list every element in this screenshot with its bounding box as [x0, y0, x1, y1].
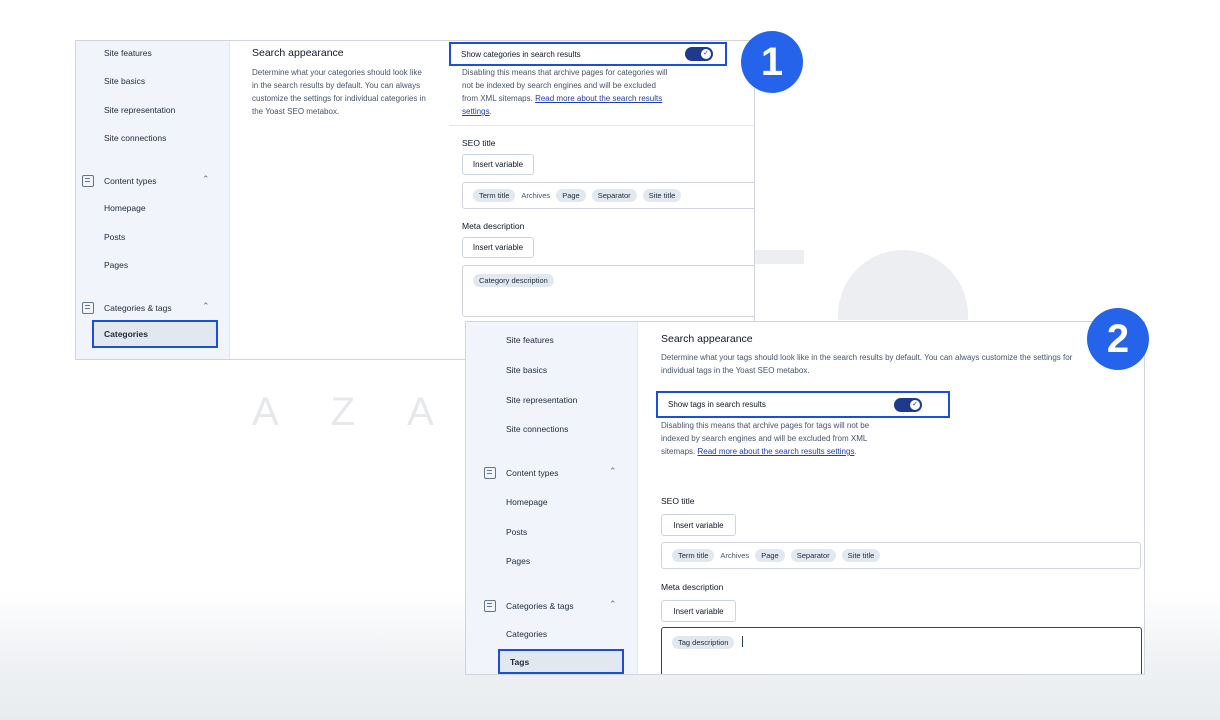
- meta-description-label: Meta description: [661, 582, 724, 592]
- sidebar-item-homepage[interactable]: Homepage: [104, 203, 146, 213]
- sidebar-group-content-types[interactable]: Content types: [484, 467, 558, 479]
- sidebar-item-tags[interactable]: Tags: [498, 649, 624, 674]
- show-tags-toggle-row[interactable]: Show tags in search results ✓: [656, 391, 950, 418]
- sidebar-item-posts[interactable]: Posts: [104, 232, 125, 242]
- sidebar-item-site-connections[interactable]: Site connections: [104, 133, 166, 143]
- search-results-settings-link[interactable]: Read more about the search results setti…: [697, 447, 854, 456]
- insert-variable-button[interactable]: Insert variable: [661, 600, 736, 622]
- screenshot-tags: Site features Site basics Site represent…: [465, 321, 1145, 675]
- show-categories-toggle[interactable]: ✓: [685, 47, 713, 61]
- insert-variable-button[interactable]: Insert variable: [462, 237, 534, 258]
- variable-chip[interactable]: Separator: [790, 549, 836, 562]
- check-icon: ✓: [701, 49, 711, 59]
- variable-chip[interactable]: Term title: [473, 189, 516, 202]
- show-tags-toggle[interactable]: ✓: [894, 398, 922, 412]
- sidebar-group-categories-tags[interactable]: Categories & tags: [484, 600, 574, 612]
- variable-chip[interactable]: Page: [556, 189, 586, 202]
- sidebar-group-content-types[interactable]: Content types: [82, 175, 156, 187]
- variable-chip[interactable]: Term title: [672, 549, 715, 562]
- sidebar-item-homepage[interactable]: Homepage: [506, 497, 548, 507]
- sidebar: Site features Site basics Site represent…: [466, 322, 638, 674]
- tag-icon: [82, 302, 94, 314]
- sidebar-item-site-features[interactable]: Site features: [104, 48, 152, 58]
- sidebar-item-pages[interactable]: Pages: [104, 260, 128, 270]
- sidebar-item-categories[interactable]: Categories: [506, 629, 547, 639]
- sidebar-item-site-basics[interactable]: Site basics: [104, 76, 145, 86]
- sidebar-group-label: Content types: [506, 468, 559, 478]
- sidebar-item-site-basics[interactable]: Site basics: [506, 365, 547, 375]
- watermark-shape: [838, 250, 968, 320]
- check-icon: ✓: [910, 400, 920, 410]
- variable-chip[interactable]: Site title: [841, 549, 881, 562]
- sidebar-item-site-connections[interactable]: Site connections: [506, 424, 568, 434]
- tag-icon: [484, 600, 496, 612]
- seo-title-input[interactable]: Term title Archives Page Separator Site …: [661, 542, 1141, 569]
- sidebar-item-site-representation[interactable]: Site representation: [104, 105, 175, 115]
- sidebar: Site features Site basics Site represent…: [76, 41, 230, 359]
- seo-title-input[interactable]: Term title Archives Page Separator Site …: [462, 182, 754, 209]
- meta-description-input[interactable]: Tag description: [661, 627, 1142, 674]
- document-icon: [484, 467, 496, 479]
- sidebar-item-site-representation[interactable]: Site representation: [506, 395, 577, 405]
- document-icon: [82, 175, 94, 187]
- sidebar-item-pages[interactable]: Pages: [506, 556, 530, 566]
- step-badge-2: 2: [1087, 308, 1149, 370]
- insert-variable-button[interactable]: Insert variable: [462, 154, 534, 175]
- variable-chip[interactable]: Page: [755, 549, 785, 562]
- variable-chip[interactable]: Separator: [591, 189, 637, 202]
- sidebar-group-label: Categories & tags: [104, 303, 172, 313]
- section-title: Search appearance: [252, 47, 344, 59]
- step-badge-1: 1: [741, 31, 803, 93]
- divider: [449, 125, 754, 126]
- sidebar-item-posts[interactable]: Posts: [506, 527, 527, 537]
- insert-variable-button[interactable]: Insert variable: [661, 514, 736, 536]
- sidebar-group-label: Categories & tags: [506, 601, 574, 611]
- toggle-help-text: Disabling this means that archive pages …: [661, 421, 870, 456]
- plain-text: Archives: [521, 191, 551, 200]
- meta-description-input[interactable]: Category description: [462, 265, 754, 317]
- meta-description-label: Meta description: [462, 221, 525, 231]
- section-description: Determine what your tags should look lik…: [661, 353, 1073, 375]
- chevron-up-icon[interactable]: ⌃: [202, 174, 210, 185]
- variable-chip[interactable]: Site title: [642, 189, 682, 202]
- section-description: Determine what your categories should lo…: [252, 68, 426, 116]
- section-title: Search appearance: [661, 333, 753, 345]
- sidebar-group-label: Content types: [104, 176, 157, 186]
- sidebar-item-categories[interactable]: Categories: [92, 320, 218, 348]
- chevron-up-icon[interactable]: ⌃: [609, 466, 617, 477]
- show-categories-toggle-row[interactable]: Show categories in search results ✓: [449, 42, 727, 66]
- variable-chip[interactable]: Tag description: [672, 636, 735, 649]
- sidebar-item-site-features[interactable]: Site features: [506, 335, 554, 345]
- seo-title-label: SEO title: [462, 138, 496, 148]
- toggle-label: Show categories in search results: [461, 49, 581, 59]
- variable-chip[interactable]: Category description: [473, 274, 554, 287]
- plain-text: Archives: [720, 551, 750, 560]
- toggle-label: Show tags in search results: [668, 400, 766, 409]
- chevron-up-icon[interactable]: ⌃: [202, 301, 210, 312]
- text-cursor: [742, 636, 744, 647]
- seo-title-label: SEO title: [661, 496, 695, 506]
- sidebar-group-categories-tags[interactable]: Categories & tags: [82, 302, 172, 314]
- watermark-text: AZA: [252, 390, 486, 434]
- chevron-up-icon[interactable]: ⌃: [609, 599, 617, 610]
- toggle-help-text: Disabling this means that archive pages …: [462, 68, 668, 116]
- screenshot-categories: Site features Site basics Site represent…: [75, 40, 755, 360]
